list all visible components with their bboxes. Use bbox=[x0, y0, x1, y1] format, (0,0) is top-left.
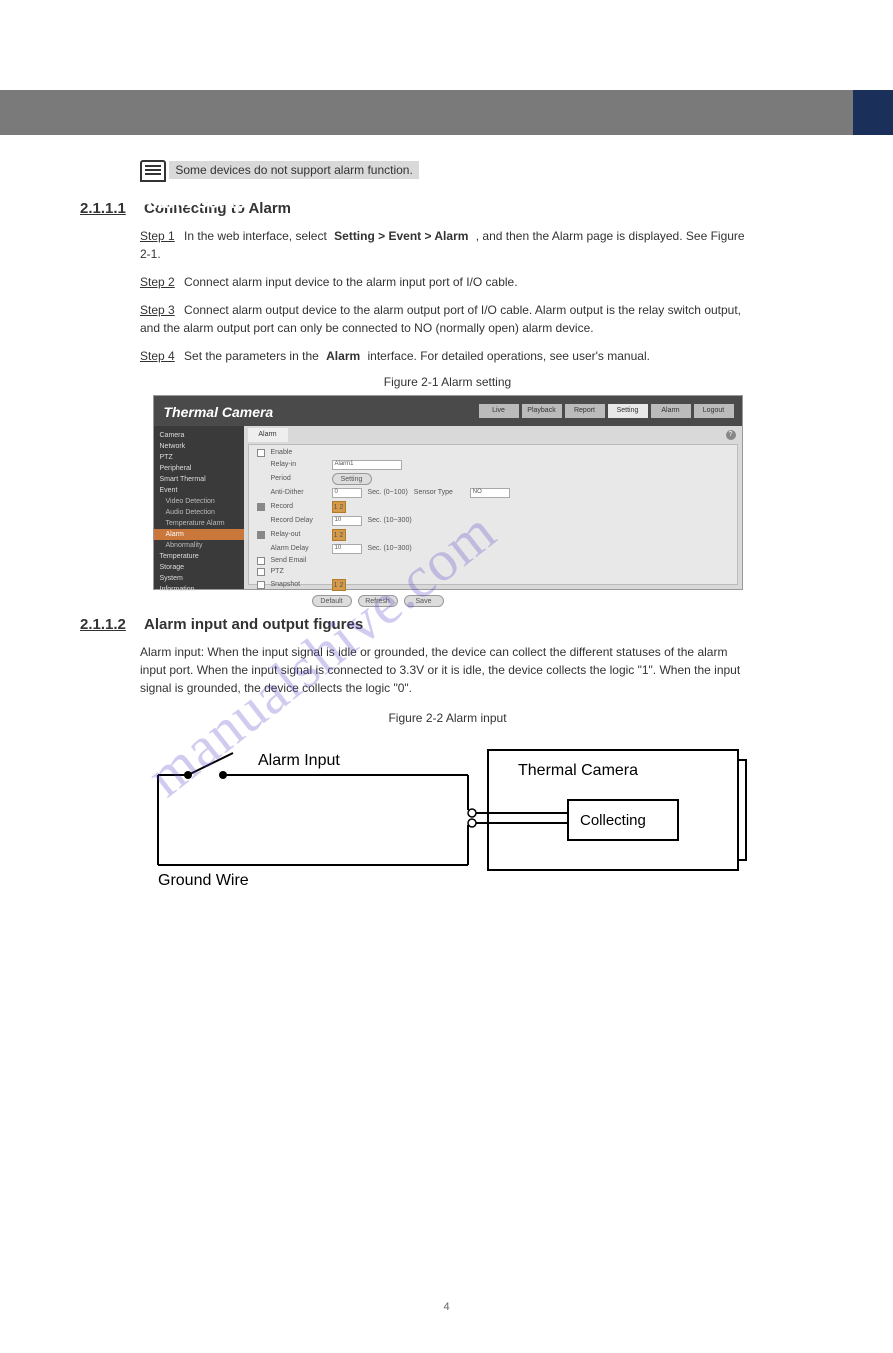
header-band bbox=[0, 90, 893, 135]
page-title: Alarm Setup bbox=[140, 192, 246, 213]
nav-logout[interactable]: Logout bbox=[694, 404, 734, 418]
relayout-channel[interactable]: 1 2 bbox=[332, 529, 346, 541]
snapshot-channel[interactable]: 1 2 bbox=[332, 579, 346, 591]
record-checkbox[interactable] bbox=[257, 503, 265, 511]
side-audio-detection[interactable]: Audio Detection bbox=[154, 507, 244, 518]
alarm-setting-screenshot: Thermal Camera Live Playback Report Sett… bbox=[153, 395, 743, 590]
snapshot-checkbox[interactable] bbox=[257, 581, 265, 589]
alarmdelay-input[interactable]: 10 bbox=[332, 544, 362, 554]
side-peripheral[interactable]: Peripheral bbox=[154, 463, 244, 474]
step-1: Step 1 In the web interface, select Sett… bbox=[140, 227, 755, 263]
diagram-svg: Alarm Input Ground Wire Thermal Camera C… bbox=[148, 735, 748, 895]
alarm-input-diagram: Alarm Input Ground Wire Thermal Camera C… bbox=[148, 735, 748, 895]
note-block: Some devices do not support alarm functi… bbox=[140, 155, 755, 182]
relayin-select[interactable]: Alarm1 bbox=[332, 460, 402, 470]
step-3: Step 3 Connect alarm output device to th… bbox=[140, 301, 755, 337]
nav-setting[interactable]: Setting bbox=[608, 404, 648, 418]
side-network[interactable]: Network bbox=[154, 441, 244, 452]
diagram-ground-wire-label: Ground Wire bbox=[158, 872, 249, 889]
figure-2-label: Figure 2-2 Alarm input bbox=[140, 711, 755, 725]
side-temperature-alarm[interactable]: Temperature Alarm bbox=[154, 518, 244, 529]
header-accent bbox=[853, 90, 893, 135]
sensor-select[interactable]: NO bbox=[470, 488, 510, 498]
diagram-alarm-input-label: Alarm Input bbox=[258, 752, 340, 769]
side-smart-thermal[interactable]: Smart Thermal bbox=[154, 474, 244, 485]
diagram-thermal-camera-label: Thermal Camera bbox=[518, 762, 638, 779]
recorddelay-input[interactable]: 10 bbox=[332, 516, 362, 526]
side-abnormality[interactable]: Abnormality bbox=[154, 540, 244, 551]
tab-alarm[interactable]: Alarm bbox=[248, 428, 288, 442]
save-button[interactable]: Save bbox=[404, 595, 444, 607]
step-2: Step 2 Connect alarm input device to the… bbox=[140, 273, 755, 291]
nav-live[interactable]: Live bbox=[479, 404, 519, 418]
ss-app-title: Thermal Camera bbox=[164, 404, 274, 420]
note-text: Some devices do not support alarm functi… bbox=[169, 161, 418, 179]
relayout-checkbox[interactable] bbox=[257, 531, 265, 539]
side-temperature[interactable]: Temperature bbox=[154, 551, 244, 562]
figure-1-label: Figure 2-1 Alarm setting bbox=[140, 375, 755, 389]
side-alarm[interactable]: Alarm bbox=[154, 529, 244, 540]
step-4: Step 4 Set the parameters in the Alarm i… bbox=[140, 347, 755, 365]
period-setting-button[interactable]: Setting bbox=[332, 473, 372, 485]
page-number: 4 bbox=[0, 1301, 893, 1313]
ss-top-nav: Live Playback Report Setting Alarm Logou… bbox=[479, 404, 734, 418]
nav-report[interactable]: Report bbox=[565, 404, 605, 418]
ss-sidebar: Camera Network PTZ Peripheral Smart Ther… bbox=[154, 426, 244, 589]
section-2-heading: 2.1.1.2 Alarm input and output figures bbox=[80, 616, 755, 633]
side-ptz[interactable]: PTZ bbox=[154, 452, 244, 463]
side-system[interactable]: System bbox=[154, 573, 244, 584]
nav-alarm[interactable]: Alarm bbox=[651, 404, 691, 418]
antidither-input[interactable]: 0 bbox=[332, 488, 362, 498]
ss-main: Alarm ? Enable Relay-inAlarm1 PeriodSett… bbox=[244, 426, 742, 589]
ptz-checkbox[interactable] bbox=[257, 568, 265, 576]
side-camera[interactable]: Camera bbox=[154, 430, 244, 441]
enable-checkbox[interactable] bbox=[257, 449, 265, 457]
sendemail-checkbox[interactable] bbox=[257, 557, 265, 565]
default-button[interactable]: Default bbox=[312, 595, 352, 607]
side-event[interactable]: Event bbox=[154, 485, 244, 496]
ss-form-panel: Enable Relay-inAlarm1 PeriodSetting Anti… bbox=[248, 444, 738, 585]
section-2-para: Alarm input: When the input signal is id… bbox=[140, 643, 755, 697]
help-icon[interactable]: ? bbox=[726, 430, 736, 440]
record-channel[interactable]: 1 2 bbox=[332, 501, 346, 513]
refresh-button[interactable]: Refresh bbox=[358, 595, 398, 607]
side-storage[interactable]: Storage bbox=[154, 562, 244, 573]
side-video-detection[interactable]: Video Detection bbox=[154, 496, 244, 507]
diagram-collecting-label: Collecting bbox=[580, 812, 646, 829]
side-information[interactable]: Information bbox=[154, 584, 244, 595]
nav-playback[interactable]: Playback bbox=[522, 404, 562, 418]
note-icon bbox=[140, 160, 166, 182]
